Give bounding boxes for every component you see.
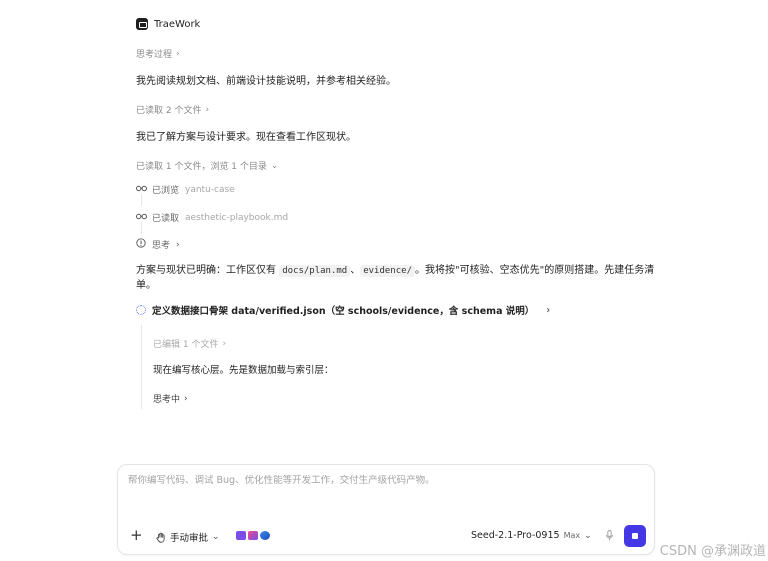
thinking-label: 思考中	[153, 395, 181, 405]
read-files-label: 已读取 2 个文件	[136, 106, 202, 116]
message-text: 、	[350, 265, 361, 276]
step-target: aesthetic-playbook.md	[185, 212, 289, 223]
step-label: 思考	[152, 241, 171, 251]
task-note: 现在编写核心层。先是数据加载与索引层：	[153, 365, 334, 376]
app-name: TraeWork	[154, 18, 201, 30]
edited-files-label: 已编辑 1 个文件	[153, 340, 219, 350]
traework-logo-icon	[136, 18, 148, 30]
message-text: 方案与现状已明确：工作区仅有	[136, 265, 280, 276]
add-attachment-button[interactable]: +	[130, 528, 143, 543]
info-icon	[136, 238, 146, 251]
step-browsed[interactable]: 已浏览 yantu-case	[136, 183, 235, 196]
step-thinking[interactable]: 思考 ›	[136, 238, 180, 251]
model-badge: Max	[563, 531, 581, 540]
video-app-icon	[236, 531, 246, 540]
glasses-icon	[136, 185, 148, 195]
step-label: 已读取	[152, 214, 180, 224]
hand-icon	[156, 532, 165, 543]
chevron-right-icon: ›	[184, 393, 188, 404]
assistant-message: 我已了解方案与设计要求。现在查看工作区现状。	[136, 132, 356, 143]
assistant-message-continued: 单。	[136, 280, 156, 291]
read-and-browse-toggle[interactable]: 已读取 1 个文件，浏览 1 个目录 ⌄	[136, 159, 279, 173]
step-label: 已浏览	[152, 186, 180, 196]
edited-files-toggle[interactable]: 已编辑 1 个文件 ›	[153, 337, 227, 351]
read-and-browse-label: 已读取 1 个文件，浏览 1 个目录	[136, 162, 267, 172]
task-title: 定义数据接口骨架 data/verified.json（空 schools/ev…	[152, 306, 535, 317]
chevron-right-icon: ›	[222, 338, 227, 349]
step-read[interactable]: 已读取 aesthetic-playbook.md	[136, 211, 288, 224]
assistant-message: 我先阅读规划文档、前端设计技能说明，并参考相关经验。	[136, 76, 396, 87]
glasses-icon	[136, 213, 148, 223]
watermark: CSDN @承渊政道	[659, 544, 766, 559]
loading-spinner-icon	[136, 305, 146, 315]
prompt-input[interactable]	[128, 475, 638, 486]
assistant-message: 方案与现状已明确：工作区仅有 docs/plan.md、 evidence/。我将…	[136, 263, 654, 279]
chevron-right-icon: ›	[176, 239, 180, 250]
stop-button[interactable]	[624, 525, 646, 547]
chevron-down-icon: ⌄	[212, 532, 220, 542]
thinking-toggle[interactable]: 思考中 ›	[153, 392, 188, 406]
image-app-icon	[248, 531, 258, 540]
model-selector[interactable]: Seed-2.1-Pro-0915 Max ⌄	[471, 530, 592, 541]
chevron-right-icon: ›	[176, 48, 180, 59]
task-item[interactable]: 定义数据接口骨架 data/verified.json（空 schools/ev…	[136, 303, 550, 317]
step-target: yantu-case	[185, 184, 235, 195]
inline-code: docs/plan.md	[279, 265, 351, 277]
message-text: 。我将按"可核验、空态优先"的原则搭建。先建任务清	[415, 265, 655, 276]
approval-mode-label: 手动审批	[170, 533, 209, 544]
stop-icon	[632, 533, 638, 539]
app-icon	[260, 531, 270, 540]
chevron-right-icon: ›	[546, 304, 551, 316]
task-detail-line	[141, 325, 142, 409]
thinking-process-label: 思考过程	[136, 50, 173, 60]
app-icons[interactable]	[236, 531, 270, 540]
chevron-down-icon: ⌄	[270, 160, 279, 171]
chevron-right-icon: ›	[205, 104, 210, 115]
approval-mode-dropdown[interactable]: 手动审批 ⌄	[156, 530, 220, 544]
model-name: Seed-2.1-Pro-0915	[471, 530, 560, 541]
thinking-process-toggle[interactable]: 思考过程 ›	[136, 47, 180, 61]
microphone-icon[interactable]	[606, 530, 613, 544]
inline-code: evidence/	[360, 265, 415, 277]
app-header: TraeWork	[136, 18, 200, 30]
read-files-toggle[interactable]: 已读取 2 个文件 ›	[136, 103, 210, 117]
composer: + 手动审批 ⌄ Seed-2.1-Pro-0915 Max ⌄	[117, 464, 655, 555]
chevron-down-icon: ⌄	[584, 531, 592, 541]
